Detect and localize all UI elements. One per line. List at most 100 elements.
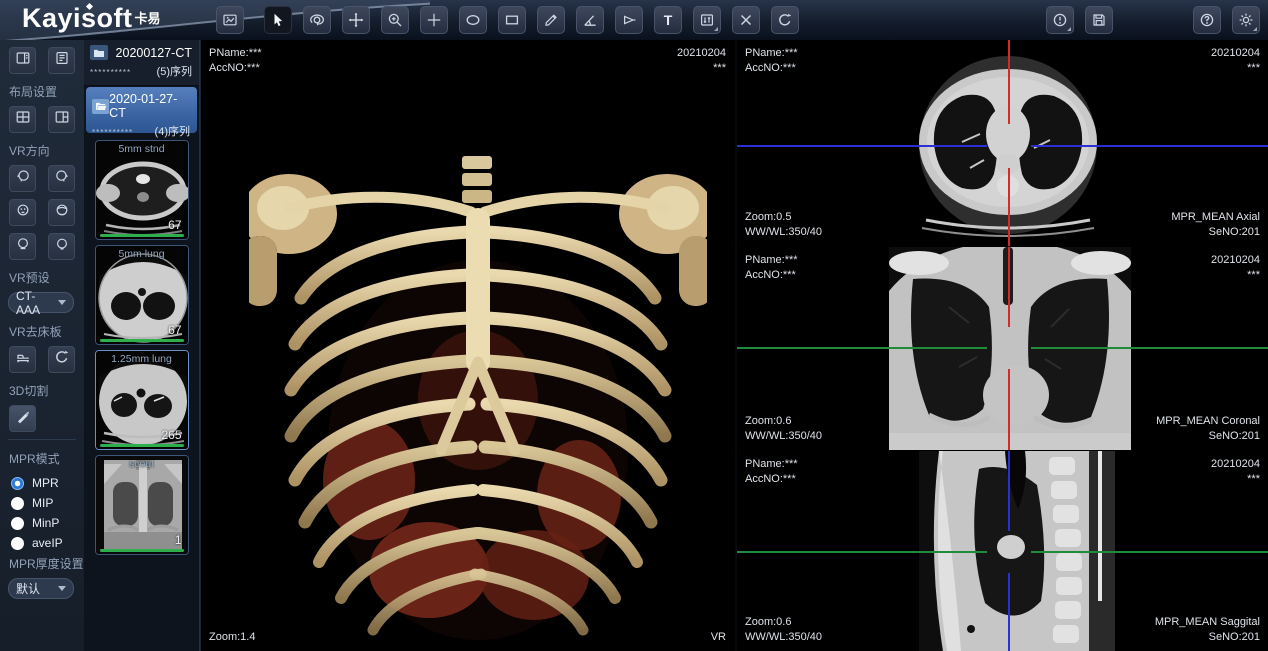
coronal-crosshair-vertical[interactable] — [1008, 369, 1010, 450]
bed-reset-button[interactable] — [48, 346, 75, 373]
help-button[interactable] — [1193, 6, 1221, 34]
radio-icon — [11, 497, 24, 510]
study-item-1[interactable]: 20200127-CT ********** (5)序列 — [84, 40, 199, 86]
settings-button[interactable] — [1232, 6, 1260, 34]
series-image-button[interactable] — [216, 6, 244, 34]
split-1-2-icon — [54, 109, 70, 130]
pan-icon — [348, 12, 364, 28]
sagittal-masked: *** — [1211, 472, 1260, 487]
vr-overlay-topleft: PName:*** AccNO:*** — [209, 46, 262, 76]
mid-toolbar — [1046, 6, 1113, 34]
vr-preset-select[interactable]: CT-AAA — [8, 292, 74, 313]
bed-icon — [15, 349, 31, 370]
report-info-icon — [1052, 12, 1068, 28]
thumbnail-5mm-stnd[interactable]: 5mm stnd 67 — [95, 140, 189, 240]
axial-pname: PName:*** — [745, 46, 798, 61]
axial-view-label: MPR_MEAN Axial — [1171, 210, 1260, 225]
zoom-tool-button[interactable] — [381, 6, 409, 34]
sagittal-crosshair-vertical[interactable] — [1008, 573, 1010, 651]
sagittal-crosshair-vertical[interactable] — [1008, 451, 1010, 531]
thumbnail-5mm-lung[interactable]: 5mm lung 67 — [95, 245, 189, 345]
viewport-mpr-axial[interactable]: PName:*** AccNO:*** 20210204 *** Zoom:0.… — [735, 40, 1268, 246]
cursor-tool-button[interactable] — [264, 6, 292, 34]
vr-head-bottom-button[interactable] — [48, 233, 75, 260]
ellipse-icon — [465, 12, 481, 28]
vr-head-top-button[interactable] — [9, 233, 36, 260]
rotate-3d-tool-button[interactable] — [303, 6, 331, 34]
angle-tool-button[interactable] — [576, 6, 604, 34]
sagittal-overlay-bottomright: MPR_MEAN Saggital SeNO:201 — [1155, 615, 1260, 645]
thumbnail-125mm-lung[interactable]: 1.25mm lung 265 — [95, 350, 189, 450]
axial-crosshair-horizontal[interactable] — [737, 145, 987, 147]
grid-2x2-icon — [15, 109, 31, 130]
viewport-mpr-sagittal[interactable]: PName:*** AccNO:*** 20210204 *** Zoom:0.… — [735, 451, 1268, 651]
crosshair-tool-button[interactable] — [420, 6, 448, 34]
viewport-mpr-coronal[interactable]: PName:*** AccNO:*** 20210204 *** Zoom:0.… — [735, 247, 1268, 450]
scalpel-icon — [15, 408, 31, 429]
axial-crosshair-vertical[interactable] — [1008, 168, 1010, 246]
ellipse-tool-button[interactable] — [459, 6, 487, 34]
rectangle-tool-button[interactable] — [498, 6, 526, 34]
mpr-mode-option-label: MIP — [32, 496, 53, 510]
mpr-mode-option-minp[interactable]: MinP — [0, 513, 84, 533]
vr-study-date: 20210204 — [677, 46, 726, 61]
delete-icon — [738, 12, 754, 28]
arrow-annotate-tool-button[interactable] — [615, 6, 643, 34]
scalpel-button[interactable] — [9, 405, 36, 432]
save-button[interactable] — [1085, 6, 1113, 34]
report-info-button[interactable] — [1046, 6, 1074, 34]
pencil-icon — [543, 12, 559, 28]
delete-tool-button[interactable] — [732, 6, 760, 34]
angle-icon — [582, 12, 598, 28]
rectangle-icon — [504, 12, 520, 28]
vr-pname: PName:*** — [209, 46, 262, 61]
cut-3d-label: 3D切割 — [0, 380, 84, 405]
thumbnail-image-count: 265 — [161, 428, 181, 442]
coronal-zoom-readout: Zoom:0.6 — [745, 414, 822, 429]
sagittal-crosshair-horizontal[interactable] — [1031, 551, 1268, 553]
pencil-tool-button[interactable] — [537, 6, 565, 34]
layout-split-1-2-button[interactable] — [48, 106, 75, 133]
axial-crosshair-horizontal[interactable] — [1031, 145, 1268, 147]
viewport-vr[interactable]: PName:*** AccNO:*** 20210204 *** Zoom:1.… — [200, 40, 734, 651]
pan-tool-button[interactable] — [342, 6, 370, 34]
coronal-crosshair-horizontal[interactable] — [737, 347, 987, 349]
radio-icon — [11, 537, 24, 550]
reset-tool-button[interactable] — [771, 6, 799, 34]
coronal-wwwl-readout: WW/WL:350/40 — [745, 429, 822, 444]
window-level-icon — [699, 12, 715, 28]
layout-grid-2x2-button[interactable] — [9, 106, 36, 133]
window-level-tool-button[interactable] — [693, 6, 721, 34]
vr-direction-label: VR方向 — [0, 140, 84, 165]
vr-head-back-button[interactable] — [48, 199, 75, 226]
vr-head-left-button[interactable] — [9, 165, 36, 192]
thumbnail-scout[interactable]: scout 1 — [95, 455, 189, 555]
arrow-annotate-icon — [621, 12, 637, 28]
panel-layout-button[interactable] — [9, 47, 36, 74]
mpr-thickness-select[interactable]: 默认 — [8, 578, 74, 599]
sagittal-seno: SeNO:201 — [1155, 630, 1260, 645]
study-item-2-selected[interactable]: 2020-01-27-CT ********** (4)序列 — [86, 87, 197, 133]
remove-bed-button[interactable] — [9, 346, 36, 373]
chevron-down-icon — [58, 300, 66, 305]
vr-zoom-readout: Zoom:1.4 — [209, 630, 255, 645]
coronal-crosshair-horizontal[interactable] — [1031, 347, 1268, 349]
study-title: 2020-01-27-CT — [109, 92, 190, 120]
report-edit-button[interactable] — [48, 47, 75, 74]
vr-head-right-button[interactable] — [48, 165, 75, 192]
sagittal-view-label: MPR_MEAN Saggital — [1155, 615, 1260, 630]
sagittal-crosshair-horizontal[interactable] — [737, 551, 987, 553]
head-top-icon — [15, 236, 31, 257]
text-tool-button[interactable]: T — [654, 6, 682, 34]
vr-face-front-button[interactable] — [9, 199, 36, 226]
coronal-crosshair-vertical[interactable] — [1008, 247, 1010, 327]
axial-zoom-readout: Zoom:0.5 — [745, 210, 822, 225]
mpr-mode-option-mip[interactable]: MIP — [0, 493, 84, 513]
axial-overlay-bottomleft: Zoom:0.5 WW/WL:350/40 — [745, 210, 822, 240]
mpr-mode-option-mpr[interactable]: MPR — [0, 473, 84, 493]
text-tool-icon: T — [664, 12, 673, 28]
mpr-mode-option-aveip[interactable]: aveIP — [0, 533, 84, 553]
dicom-viewer-app: Kayisoft卡易 — [0, 0, 1268, 651]
coronal-view-label: MPR_MEAN Coronal — [1156, 414, 1260, 429]
axial-crosshair-vertical[interactable] — [1008, 40, 1010, 124]
